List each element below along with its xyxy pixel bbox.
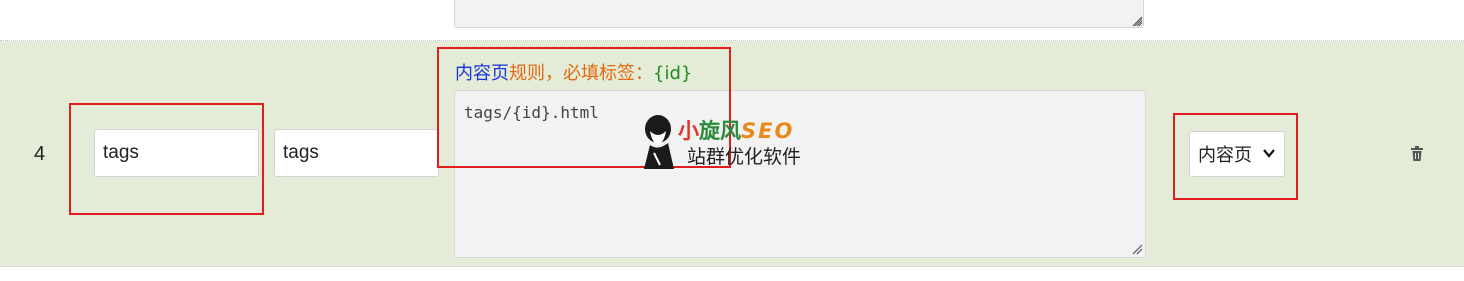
resize-grip-icon[interactable] bbox=[1131, 243, 1143, 255]
watermark-brand-part2: 旋风 bbox=[699, 119, 741, 143]
mascot-logo-icon bbox=[644, 115, 674, 169]
watermark-brand-part3: SEO bbox=[741, 119, 795, 143]
trash-icon[interactable] bbox=[1410, 146, 1424, 162]
directory-input[interactable] bbox=[274, 129, 439, 177]
watermark-brand: 小旋风SEO bbox=[678, 115, 794, 145]
previous-row bbox=[0, 0, 1464, 41]
previous-rule-textarea[interactable] bbox=[454, 0, 1144, 28]
watermark-brand-part1: 小 bbox=[678, 119, 699, 143]
resize-grip-icon[interactable] bbox=[1131, 15, 1143, 27]
highlight-box-select bbox=[1173, 113, 1298, 200]
row-number: 4 bbox=[34, 143, 46, 165]
watermark-tagline: 站群优化软件 bbox=[687, 146, 802, 168]
watermark: 小旋风SEO 站群优化软件 bbox=[638, 110, 838, 170]
highlight-box-name bbox=[69, 103, 264, 215]
